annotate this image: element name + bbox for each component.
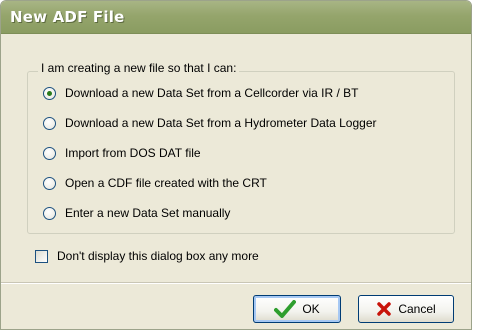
option-download-cellcorder[interactable]: Download a new Data Set from a Cellcorde…: [43, 84, 358, 102]
cancel-label: Cancel: [398, 302, 436, 316]
option-label: Import from DOS DAT file: [65, 146, 201, 160]
option-label: Download a new Data Set from a Hydromete…: [65, 116, 377, 130]
new-adf-file-dialog: New ADF File I am creating a new file so…: [0, 0, 472, 330]
option-label: Enter a new Data Set manually: [65, 206, 231, 220]
ok-label: OK: [302, 302, 320, 316]
x-icon: [376, 301, 392, 317]
checkbox-label: Don't display this dialog box any more: [57, 249, 259, 263]
radio-button[interactable]: [43, 116, 56, 130]
footer-divider: [1, 282, 471, 284]
dont-display-checkbox-row[interactable]: Don't display this dialog box any more: [35, 247, 259, 265]
option-enter-manually[interactable]: Enter a new Data Set manually: [43, 204, 230, 222]
option-open-cdf[interactable]: Open a CDF file created with the CRT: [43, 174, 267, 192]
option-import-dos-dat[interactable]: Import from DOS DAT file: [43, 144, 201, 162]
option-download-hydrometer[interactable]: Download a new Data Set from a Hydromete…: [43, 114, 377, 132]
radio-button[interactable]: [43, 146, 56, 160]
radio-button[interactable]: [43, 176, 56, 190]
dialog-title: New ADF File: [10, 8, 125, 26]
title-bar[interactable]: New ADF File: [1, 1, 471, 34]
cancel-button[interactable]: Cancel: [358, 295, 454, 323]
radio-dot-icon: [47, 90, 52, 96]
radio-button[interactable]: [43, 206, 56, 220]
radio-button-selected[interactable]: [43, 86, 56, 100]
option-label: Open a CDF file created with the CRT: [65, 176, 267, 190]
dont-display-checkbox[interactable]: [35, 249, 48, 263]
groupbox-label: I am creating a new file so that I can:: [38, 61, 240, 75]
checkmark-icon: [274, 300, 297, 318]
option-label: Download a new Data Set from a Cellcorde…: [65, 86, 359, 100]
ok-button[interactable]: OK: [253, 295, 341, 323]
